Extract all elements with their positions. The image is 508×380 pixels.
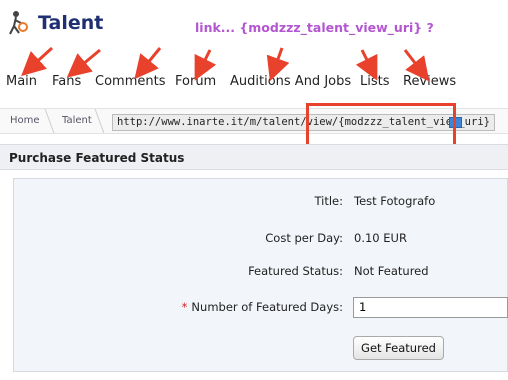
tab-bar: Main Fans Comments Forum Auditions And J…	[0, 62, 508, 100]
tab-auditions-and-jobs[interactable]: Auditions And Jobs	[230, 74, 351, 89]
title-value: Test Fotografo	[354, 194, 436, 208]
talent-figure-icon	[9, 11, 28, 35]
tab-forum[interactable]: Forum	[175, 74, 216, 89]
required-mark: *	[181, 300, 188, 314]
breadcrumb-separator	[37, 109, 55, 133]
title-label: Title:	[314, 194, 343, 208]
get-featured-button[interactable]: Get Featured	[353, 336, 444, 360]
section-title: Purchase Featured Status	[9, 151, 185, 165]
section-header: Purchase Featured Status	[0, 144, 508, 170]
status-label: Featured Status:	[248, 264, 343, 278]
cost-value: 0.10 EUR	[354, 231, 407, 245]
page-header: Talent link... {modzzz_talent_view_uri} …	[0, 0, 508, 62]
tab-reviews[interactable]: Reviews	[403, 74, 456, 89]
breadcrumb-current: Talent	[62, 115, 92, 126]
tab-lists[interactable]: Lists	[360, 74, 390, 89]
cost-label: Cost per Day:	[265, 231, 343, 245]
days-label: Number of Featured Days:	[191, 300, 343, 314]
tab-fans[interactable]: Fans	[52, 74, 81, 89]
days-label-row: * Number of Featured Days:	[13, 300, 343, 314]
breadcrumb-home[interactable]: Home	[10, 115, 40, 126]
tab-comments[interactable]: Comments	[95, 74, 165, 89]
annotation-text: link... {modzzz_talent_view_uri} ?	[195, 20, 434, 35]
tab-main[interactable]: Main	[6, 74, 37, 89]
url-highlight-box	[306, 103, 456, 148]
page-title: Talent	[38, 12, 104, 34]
featured-days-input[interactable]: 1	[353, 297, 508, 318]
status-value: Not Featured	[354, 264, 429, 278]
